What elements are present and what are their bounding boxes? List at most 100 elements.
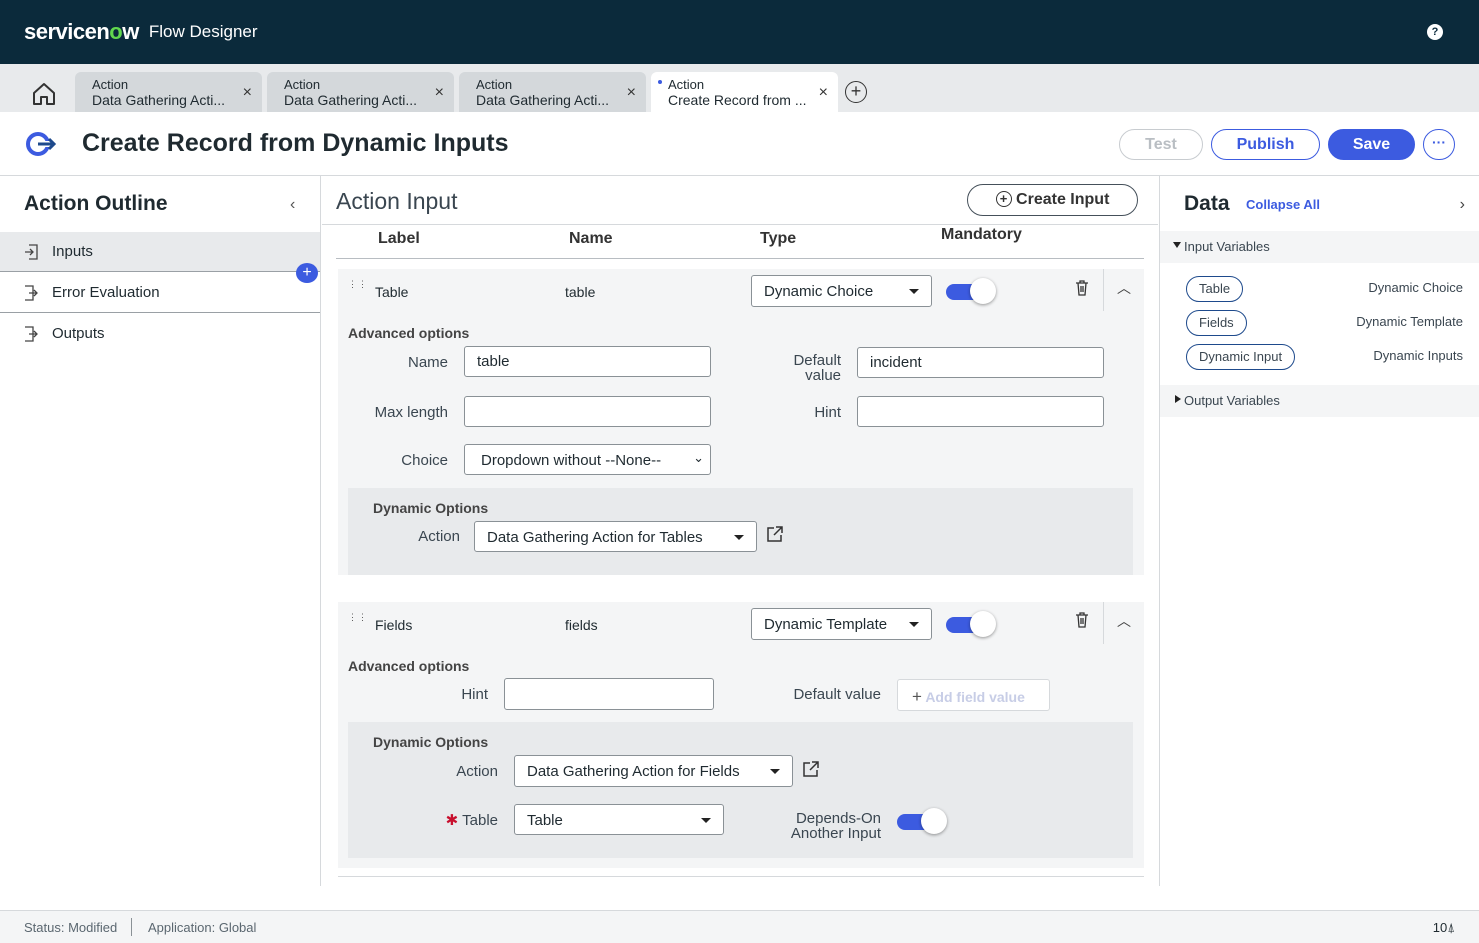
create-input-label: Create Input xyxy=(1016,191,1110,208)
create-input-button[interactable]: + Create Input xyxy=(967,184,1138,216)
input-label: Table xyxy=(375,284,409,300)
save-button[interactable]: Save xyxy=(1328,129,1415,160)
outline-item-label: Outputs xyxy=(52,325,105,342)
drag-handle-icon[interactable]: ⋮⋮ xyxy=(348,612,368,623)
add-tab-icon[interactable]: + xyxy=(845,81,867,103)
chevron-right-icon[interactable]: › xyxy=(1460,196,1465,214)
tab-data-gathering-1[interactable]: Action Data Gathering Acti... × xyxy=(75,72,262,112)
column-header-name: Name xyxy=(569,230,613,247)
collapse-all-link[interactable]: Collapse All xyxy=(1246,197,1320,212)
drag-handle-icon[interactable]: ⋮⋮ xyxy=(348,279,368,290)
tab-data-gathering-3[interactable]: Action Data Gathering Acti... × xyxy=(459,72,646,112)
default-value-label: Default value xyxy=(793,686,881,703)
hint-input[interactable] xyxy=(504,678,714,710)
caret-right-icon xyxy=(1175,395,1181,403)
type-select[interactable]: Dynamic Choice xyxy=(751,275,932,307)
data-pill-type: Dynamic Choice xyxy=(1368,280,1463,295)
data-pill-table[interactable]: Table xyxy=(1186,276,1244,302)
data-pill-type: Dynamic Template xyxy=(1356,314,1463,329)
outline-title: Action Outline xyxy=(24,192,168,215)
tab-name: Data Gathering Acti... xyxy=(476,92,610,108)
required-icon: ✱ xyxy=(445,812,459,829)
advanced-options-heading: Advanced options xyxy=(348,325,470,341)
chevron-down-icon xyxy=(734,535,744,540)
notification-count[interactable]: 10⍋ xyxy=(1433,920,1455,936)
unsaved-indicator xyxy=(658,80,662,84)
table-select[interactable]: Table xyxy=(514,804,724,835)
outline-item-error-evaluation[interactable]: Error Evaluation xyxy=(0,273,320,313)
toggle-knob xyxy=(970,611,996,637)
collapse-panel-icon[interactable]: ‹ xyxy=(290,196,295,214)
input-name: table xyxy=(565,284,596,300)
divider xyxy=(322,224,1158,225)
trash-icon[interactable] xyxy=(1075,612,1089,628)
dynamic-options-section: Dynamic Options Action Data Gathering Ac… xyxy=(348,722,1133,858)
tab-type: Action xyxy=(284,77,321,92)
default-value-input[interactable]: incident xyxy=(857,347,1104,378)
status-bar: Status: Modified Application: Global 10⍋ xyxy=(0,910,1479,943)
servicenow-logo: servicenow xyxy=(24,19,139,44)
chevron-down-icon xyxy=(701,818,711,823)
tab-type: Action xyxy=(92,77,129,92)
divider xyxy=(338,876,1144,877)
tab-type: Action xyxy=(668,77,705,92)
open-external-icon[interactable] xyxy=(766,525,784,543)
tab-data-gathering-2[interactable]: Action Data Gathering Acti... × xyxy=(267,72,454,112)
type-value: Dynamic Template xyxy=(764,616,888,633)
action-label: Action xyxy=(456,763,498,780)
divider xyxy=(336,258,1144,259)
more-options-button[interactable]: ··· xyxy=(1423,129,1455,160)
data-pill-dynamic-input[interactable]: Dynamic Input xyxy=(1186,344,1296,370)
status-text: Status: Modified xyxy=(24,920,118,935)
output-variables-section[interactable]: Output Variables xyxy=(1160,385,1479,417)
open-external-icon[interactable] xyxy=(802,760,820,778)
hint-label: Hint xyxy=(814,404,841,421)
column-header-mandatory: Mandatory xyxy=(941,226,1022,243)
tab-create-record[interactable]: Action Create Record from ... × xyxy=(651,72,838,112)
caret-down-icon xyxy=(1173,242,1181,248)
mandatory-toggle[interactable] xyxy=(946,611,996,637)
test-button[interactable]: Test xyxy=(1119,129,1203,160)
trash-icon[interactable] xyxy=(1075,280,1089,296)
close-icon[interactable]: × xyxy=(243,84,252,102)
add-field-value-button[interactable]: + Add field value xyxy=(897,679,1050,711)
tab-name: Data Gathering Acti... xyxy=(92,92,226,108)
column-header-label: Label xyxy=(378,230,420,247)
outline-item-outputs[interactable]: Outputs xyxy=(0,314,320,354)
name-input[interactable]: table xyxy=(464,346,711,377)
add-field-label: Add field value xyxy=(925,689,1025,705)
choice-value: Dropdown without --None-- xyxy=(481,452,662,469)
chevron-down-icon xyxy=(909,289,919,294)
data-panel-title: Data xyxy=(1184,192,1230,215)
action-input-panel: Action Input + Create Input Label Name T… xyxy=(322,176,1158,886)
close-icon[interactable]: × xyxy=(435,84,444,102)
home-icon[interactable] xyxy=(30,80,58,108)
close-icon[interactable]: × xyxy=(627,84,636,102)
data-pill-fields[interactable]: Fields xyxy=(1186,310,1247,336)
close-icon[interactable]: × xyxy=(819,84,828,102)
dynamic-action-select[interactable]: Data Gathering Action for Fields xyxy=(514,755,793,787)
data-panel: Data Collapse All › Input Variables Tabl… xyxy=(1159,176,1479,886)
dynamic-action-select[interactable]: Data Gathering Action for Tables xyxy=(474,521,757,552)
hint-input[interactable] xyxy=(857,396,1104,427)
chevron-up-icon[interactable]: ︿ xyxy=(1117,278,1131,298)
outline-item-inputs[interactable]: Inputs xyxy=(0,232,320,272)
action-input-title: Action Input xyxy=(336,188,458,214)
max-length-input[interactable] xyxy=(464,396,711,427)
section-label: Input Variables xyxy=(1184,239,1270,254)
type-select[interactable]: Dynamic Template xyxy=(751,608,932,640)
chevron-up-icon[interactable]: ︿ xyxy=(1117,611,1131,631)
help-icon[interactable]: ? xyxy=(1427,24,1443,40)
outline-item-label: Inputs xyxy=(52,243,93,260)
input-label: Fields xyxy=(375,617,413,633)
section-label: Output Variables xyxy=(1184,393,1280,408)
mandatory-toggle[interactable] xyxy=(946,278,996,304)
action-icon xyxy=(26,132,56,156)
input-name: fields xyxy=(565,617,598,633)
input-variables-section[interactable]: Input Variables xyxy=(1160,231,1479,263)
depends-on-toggle[interactable] xyxy=(897,808,947,834)
choice-select[interactable]: Dropdown without --None-- ⌄ xyxy=(464,444,711,475)
input-row-fields: ⋮⋮ Fields fields Dynamic Template ︿ Adva… xyxy=(338,602,1144,868)
publish-button[interactable]: Publish xyxy=(1211,129,1320,160)
chevron-down-icon: ⌄ xyxy=(693,450,704,465)
